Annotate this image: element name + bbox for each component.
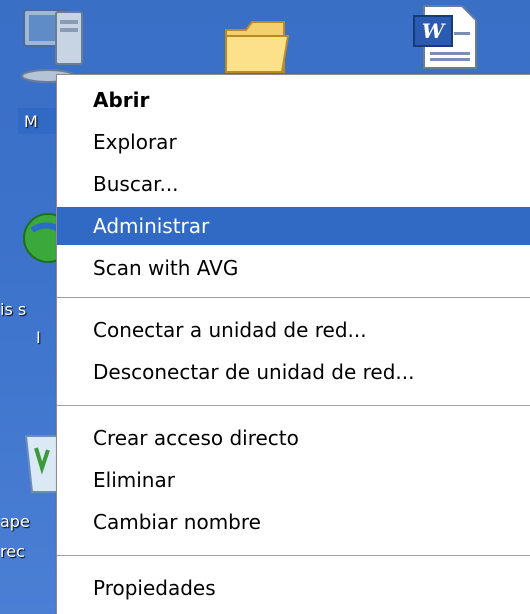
network-label-line2: I xyxy=(36,328,41,347)
my-computer-label: M xyxy=(24,112,38,131)
menu-separator xyxy=(57,555,530,558)
menu-item-abrir[interactable]: Abrir xyxy=(57,81,530,119)
menu-item-scan-with-avg[interactable]: Scan with AVG xyxy=(57,249,530,287)
folder-icon[interactable] xyxy=(222,14,292,78)
menu-separator xyxy=(57,405,530,408)
menu-item-buscar[interactable]: Buscar... xyxy=(57,165,530,203)
word-document-icon[interactable]: W xyxy=(410,4,480,70)
recycle-bin-icon[interactable] xyxy=(18,428,68,498)
menu-item-administrar[interactable]: Administrar xyxy=(57,207,530,245)
internet-explorer-icon[interactable] xyxy=(18,210,73,266)
menu-item-propiedades[interactable]: Propiedades xyxy=(57,569,530,607)
menu-separator xyxy=(57,297,530,300)
menu-item-desconectar-unidad-red[interactable]: Desconectar de unidad de red... xyxy=(57,353,530,391)
menu-item-conectar-unidad-red[interactable]: Conectar a unidad de red... xyxy=(57,311,530,349)
recycle-bin-label-line2: rec xyxy=(0,542,25,561)
menu-item-cambiar-nombre[interactable]: Cambiar nombre xyxy=(57,503,530,541)
recycle-bin-label-line1: ape xyxy=(0,512,30,531)
menu-item-explorar[interactable]: Explorar xyxy=(57,123,530,161)
svg-text:W: W xyxy=(422,19,447,43)
menu-item-eliminar[interactable]: Eliminar xyxy=(57,461,530,499)
menu-item-crear-acceso-directo[interactable]: Crear acceso directo xyxy=(57,419,530,457)
network-label-line1: is s xyxy=(0,300,27,319)
context-menu: Abrir Explorar Buscar... Administrar Sca… xyxy=(56,74,530,614)
